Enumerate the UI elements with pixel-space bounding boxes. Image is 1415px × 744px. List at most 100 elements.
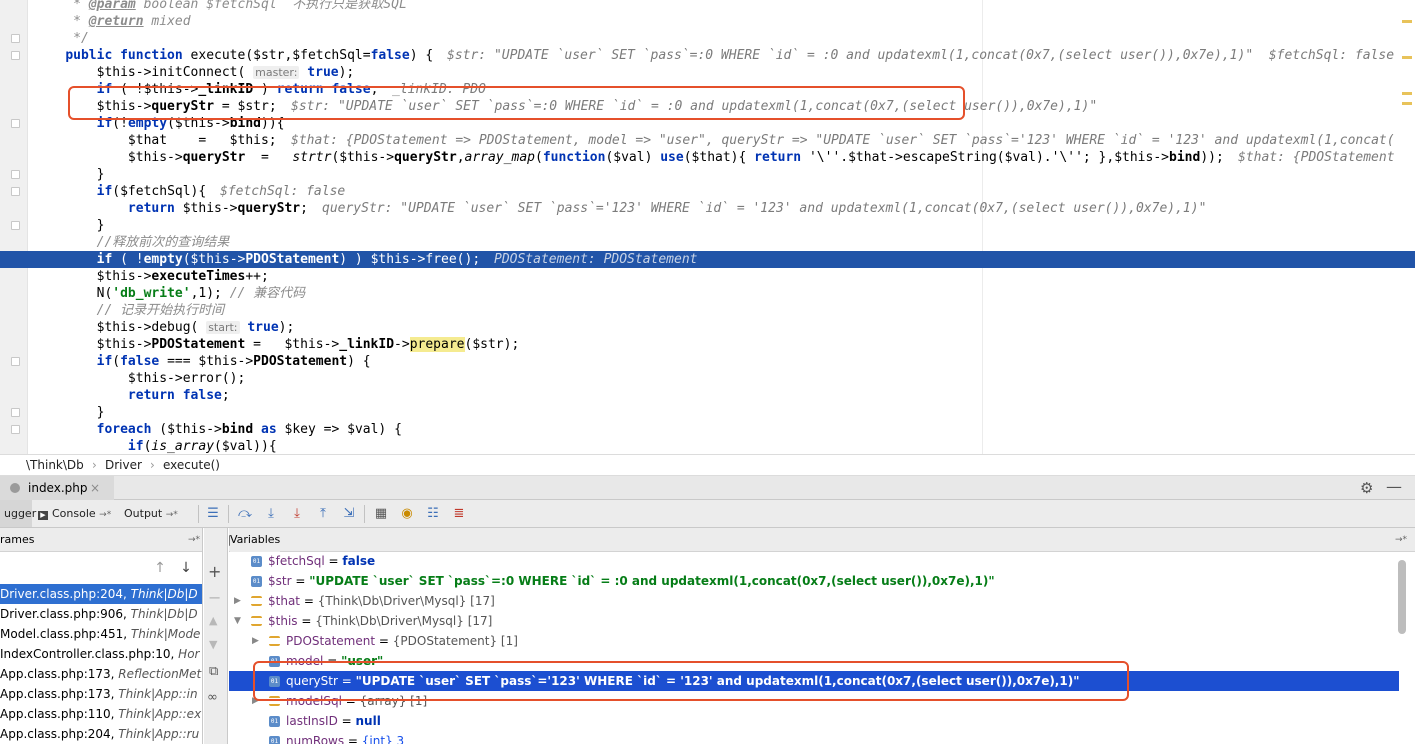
pin-icon[interactable]: →* [188,528,200,552]
code-line[interactable]: return false; [0,387,1415,404]
step-over-icon[interactable]: ⤼ [236,505,254,523]
variable-row[interactable]: 01 $str = "UPDATE `user` SET `pass`=:0 WH… [229,571,1399,591]
execution-line[interactable]: if ( !empty($this->PDOStatement) ) $this… [0,251,1415,268]
breadcrumb-class[interactable]: Driver [105,455,142,475]
code-line[interactable]: return $this->queryStr; queryStr: "UPDATE… [0,200,1415,217]
code-token: start: [206,321,240,334]
tab-console[interactable]: ▶ Console →* [34,500,118,527]
step-out-icon[interactable]: ⤒ [314,505,332,523]
variable-value: null [355,714,381,728]
variable-row[interactable]: 01 lastInsID = null [229,711,1399,731]
warning-marker[interactable] [1402,20,1412,23]
pin-icon[interactable]: →* [1395,528,1407,552]
variable-row[interactable]: ▶ $that = {Think\Db\Driver\Mysql} [17] [229,591,1399,611]
code-line[interactable]: //释放前次的查询结果 [0,234,1415,251]
code-line[interactable]: if(false === $this->PDOStatement) { [0,353,1415,370]
step-into-icon[interactable]: ⤓ [262,505,280,523]
code-line[interactable]: // 记录开始执行时间 [0,302,1415,319]
watch-icon[interactable]: ◉ [398,505,416,523]
code-line[interactable]: } [0,217,1415,234]
add-watch-icon[interactable]: ≣ [450,505,468,523]
next-frame-icon[interactable]: ↓ [178,560,194,576]
code-line[interactable]: } [0,166,1415,183]
frame-file: App.class.php:204, [0,727,115,741]
warning-marker[interactable] [1402,56,1412,59]
code-line[interactable]: $this->initConnect( master: true); [0,64,1415,81]
code-line[interactable]: $this->queryStr = strtr($this->queryStr,… [0,149,1415,166]
expand-arrow-icon[interactable]: ▶ [234,591,241,611]
code-text: $this->PDOStatement = $this->_linkID->pr… [34,336,519,353]
frame-row[interactable]: App.class.php:110, Think|App::ex [0,704,202,724]
code-line[interactable]: if($fetchSql){$fetchSql: false [0,183,1415,200]
equals-sign: = [300,594,318,608]
remove-icon[interactable]: − [208,588,221,607]
minimize-icon[interactable]: — [1386,477,1402,496]
frame-row[interactable]: Driver.class.php:204, Think|Db|D [0,584,202,604]
copy-icon[interactable]: ⧉ [209,664,218,679]
warning-marker[interactable] [1402,92,1412,95]
collapse-arrow-icon[interactable]: ▼ [234,611,241,631]
frame-row[interactable]: App.class.php:204, Think|App::ru [0,724,202,744]
close-tab-icon[interactable]: × [90,476,100,500]
move-up-icon[interactable]: ▲ [209,614,217,627]
add-icon[interactable]: + [208,562,221,581]
evaluate-expression-icon[interactable]: ▦ [372,505,390,523]
code-token: ($this-> [182,252,246,267]
scalar-type-icon: 01 [251,556,262,567]
code-token: queryStr [182,150,246,165]
frame-file: Driver.class.php:204, [0,587,127,601]
variable-name: numRows = {int} 3 [286,731,404,744]
code-line[interactable]: public function execute($str,$fetchSql=f… [0,47,1415,64]
code-text: */ [34,30,89,47]
variable-row[interactable]: ▶ PDOStatement = {PDOStatement} [1] [229,631,1399,651]
expand-arrow-icon[interactable]: ▶ [252,631,259,651]
frame-row[interactable]: Model.class.php:451, Think|Mode [0,624,202,644]
frame-row[interactable]: Driver.class.php:906, Think|Db|D [0,604,202,624]
code-line[interactable]: $this->error(); [0,370,1415,387]
glasses-icon[interactable]: ∞ [207,690,218,705]
breadcrumb-namespace[interactable]: \Think\Db [26,455,84,475]
previous-frame-icon[interactable]: ↑ [152,560,168,576]
code-line[interactable]: */ [0,30,1415,47]
variable-row[interactable]: ▼ $this = {Think\Db\Driver\Mysql} [17] [229,611,1399,631]
code-line[interactable]: $this->debug( start: true); [0,319,1415,336]
code-line[interactable]: $that = $this; $that: {PDOStatement => PD… [0,132,1415,149]
code-token: -> [394,337,410,352]
frame-row[interactable]: App.class.php:173, Think|App::in [0,684,202,704]
debug-session-tab[interactable]: index.php × [0,476,114,500]
code-line[interactable]: } [0,404,1415,421]
frame-row[interactable]: IndexController.class.php:10, Hor [0,644,202,664]
tab-debugger[interactable]: ugger [0,500,36,527]
code-line[interactable]: * @param boolean $fetchSql 不执行只是获取SQL [0,0,1415,13]
code-line[interactable]: foreach ($this->bind as $key => $val) { [0,421,1415,438]
code-line[interactable]: $this->executeTimes++; [0,268,1415,285]
code-line[interactable]: if(is_array($val)){ [0,438,1415,454]
gear-icon[interactable]: ⚙ [1360,479,1373,497]
run-to-cursor-icon[interactable]: ⇲ [340,505,358,523]
code-token: * [34,14,89,29]
move-down-icon[interactable]: ▼ [209,638,217,651]
code-token: ($this-> [331,150,395,165]
frame-class: Think|App::ru [114,727,200,741]
variables-scrollbar[interactable] [1398,560,1406,634]
editor-error-stripe[interactable] [1398,0,1415,454]
code-editor[interactable]: * @param boolean $fetchSql 不执行只是获取SQL * … [0,0,1415,454]
code-line[interactable]: * @return mixed [0,13,1415,30]
frame-file: App.class.php:173, [0,687,115,701]
list-icon[interactable]: ☷ [424,505,442,523]
warning-marker[interactable] [1402,102,1412,105]
breadcrumb-method[interactable]: execute() [163,455,220,475]
code-token: ) ) $this->free(); [339,252,481,267]
show-execution-point-icon[interactable]: ☰ [204,505,222,523]
code-line[interactable]: N('db_write',1); // 兼容代码 [0,285,1415,302]
frame-row[interactable]: App.class.php:173, ReflectionMet [0,664,202,684]
code-line[interactable]: $this->PDOStatement = $this->_linkID->pr… [0,336,1415,353]
tab-output[interactable]: Output →* [120,500,196,527]
code-token: boolean $fetchSql 不执行只是获取SQL [135,0,407,12]
variable-row[interactable]: 01 $fetchSql = false [229,551,1399,571]
toolbar-divider [364,505,365,523]
variable-row[interactable]: 01 numRows = {int} 3 [229,731,1399,744]
toolbar-divider [228,505,229,523]
force-step-into-icon[interactable]: ⤓ [288,505,306,523]
